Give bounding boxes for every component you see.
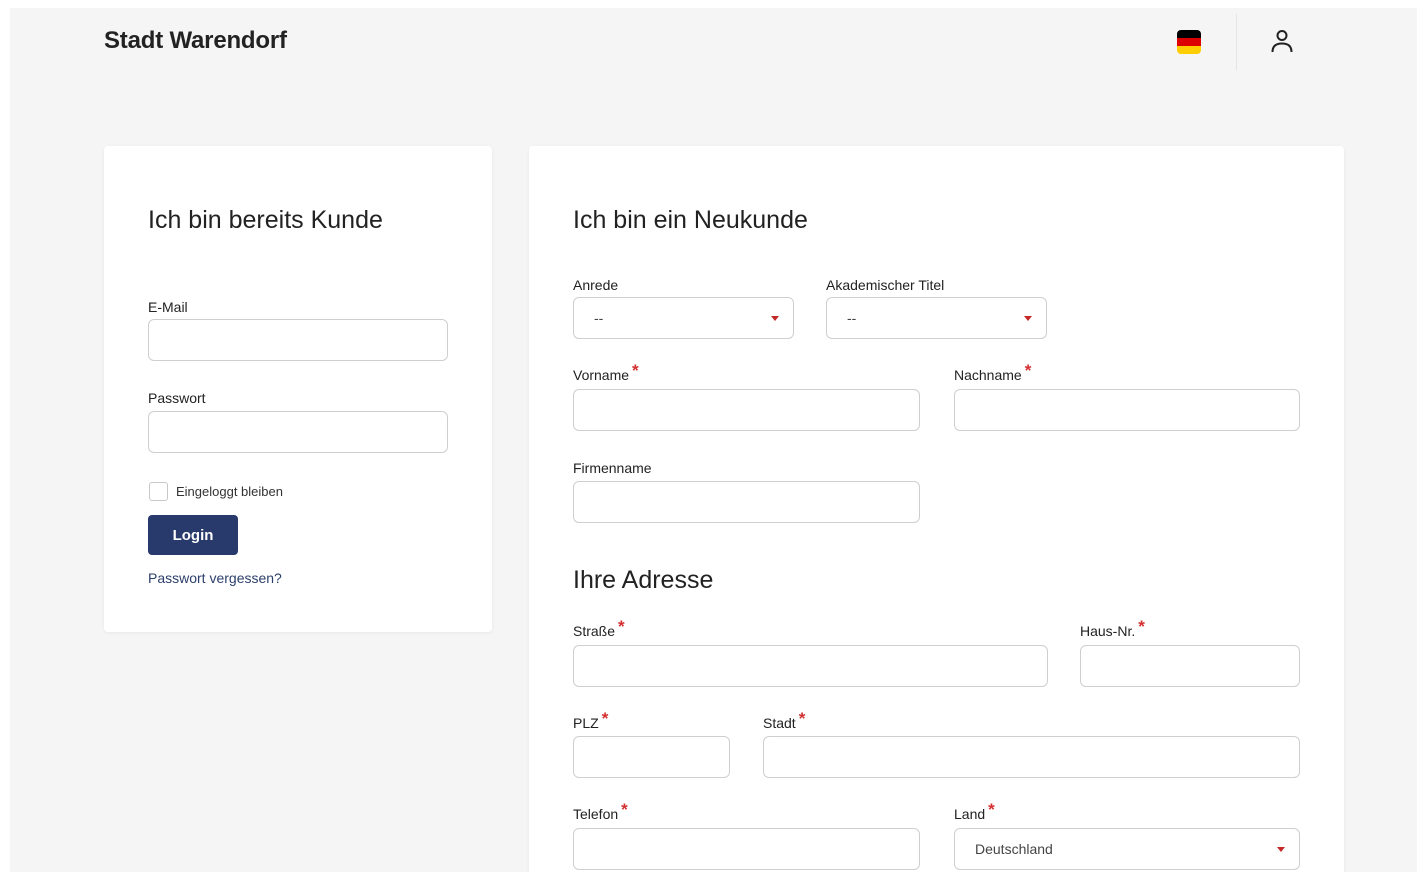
- chevron-down-icon: [771, 316, 779, 321]
- academic-title-label: Akademischer Titel: [826, 277, 945, 293]
- phone-label: Telefon *: [573, 800, 628, 824]
- city-field[interactable]: [763, 736, 1300, 778]
- phone-field[interactable]: [573, 828, 920, 870]
- chevron-down-icon: [1024, 316, 1032, 321]
- site-brand[interactable]: Stadt Warendorf: [104, 27, 287, 55]
- firstname-label: Vorname *: [573, 361, 639, 385]
- country-label-text: Land: [954, 806, 986, 822]
- company-field[interactable]: [573, 481, 920, 523]
- country-select[interactable]: Deutschland: [954, 828, 1300, 870]
- login-title: Ich bin bereits Kunde: [148, 206, 383, 234]
- zip-label: PLZ *: [573, 709, 608, 733]
- house-number-label-text: Haus-Nr.: [1080, 623, 1136, 639]
- chevron-down-icon: [1277, 847, 1285, 852]
- house-number-label: Haus-Nr. *: [1080, 617, 1145, 641]
- salutation-value: --: [594, 310, 604, 326]
- academic-title-select[interactable]: --: [826, 297, 1047, 339]
- zip-field[interactable]: [573, 736, 730, 778]
- company-label: Firmenname: [573, 460, 652, 476]
- required-mark: *: [601, 709, 609, 728]
- password-field[interactable]: [148, 411, 448, 453]
- forgot-password-link[interactable]: Passwort vergessen?: [148, 570, 282, 586]
- email-label: E-Mail: [148, 299, 188, 315]
- flag-de-icon[interactable]: [1177, 30, 1201, 54]
- flag-stripe-black: [1177, 30, 1201, 38]
- academic-title-value: --: [847, 310, 857, 326]
- salutation-select[interactable]: --: [573, 297, 794, 339]
- address-title: Ihre Adresse: [573, 566, 714, 594]
- lastname-label-text: Nachname: [954, 367, 1022, 383]
- remember-label: Eingeloggt bleiben: [176, 484, 283, 499]
- flag-stripe-gold: [1177, 46, 1201, 54]
- street-field[interactable]: [573, 645, 1048, 687]
- salutation-label: Anrede: [573, 277, 619, 293]
- required-mark: *: [1024, 361, 1032, 380]
- login-button[interactable]: Login: [148, 515, 238, 555]
- lastname-field[interactable]: [954, 389, 1300, 431]
- phone-label-text: Telefon: [573, 806, 619, 822]
- zip-label-text: PLZ: [573, 715, 599, 731]
- firstname-field[interactable]: [573, 389, 920, 431]
- remember-checkbox[interactable]: [149, 482, 168, 501]
- required-mark: *: [618, 617, 625, 636]
- required-mark: *: [621, 800, 628, 819]
- user-icon[interactable]: [1269, 28, 1295, 56]
- firstname-label-text: Vorname: [573, 367, 630, 383]
- country-label: Land *: [954, 800, 995, 824]
- required-mark: *: [632, 361, 639, 380]
- password-label: Passwort: [148, 390, 206, 406]
- email-field[interactable]: [148, 319, 448, 361]
- flag-stripe-red: [1177, 38, 1201, 46]
- header-divider: [1236, 14, 1237, 70]
- register-title: Ich bin ein Neukunde: [573, 206, 808, 234]
- city-label-text: Stadt: [763, 715, 796, 731]
- lastname-label: Nachname *: [954, 361, 1031, 385]
- city-label: Stadt *: [763, 709, 805, 733]
- street-label-text: Straße: [573, 623, 616, 639]
- street-label: Straße *: [573, 617, 625, 641]
- required-mark: *: [1138, 617, 1145, 636]
- house-number-field[interactable]: [1080, 645, 1300, 687]
- required-mark: *: [988, 800, 995, 819]
- country-value: Deutschland: [975, 841, 1053, 857]
- required-mark: *: [798, 709, 806, 728]
